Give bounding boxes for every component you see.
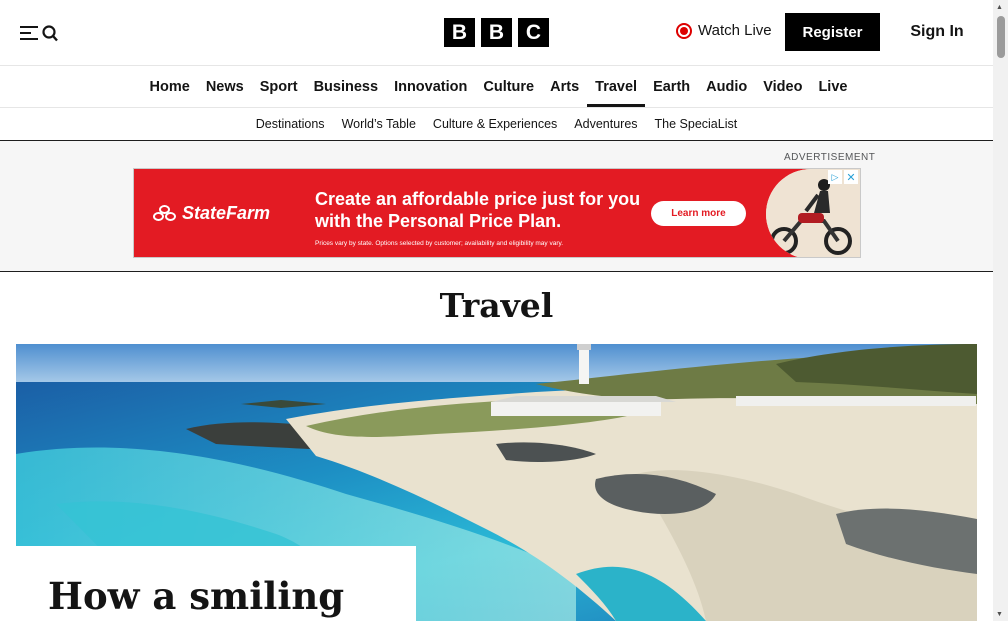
menu-search-button[interactable]	[20, 20, 64, 46]
hero-headline-card[interactable]: How a smiling	[16, 546, 416, 621]
subnav-item-worlds-table[interactable]: World’s Table	[333, 108, 424, 140]
logo-letter: B	[444, 18, 475, 47]
search-icon	[42, 25, 58, 42]
watch-live-label: Watch Live	[698, 22, 772, 39]
statefarm-logo: StateFarm	[152, 203, 270, 224]
watch-live-link[interactable]: Watch Live	[676, 22, 772, 39]
subnav-item-culture-experiences[interactable]: Culture & Experiences	[424, 108, 565, 140]
adchoices-icon[interactable]: ▷	[828, 170, 842, 184]
subnav-item-the-specialist[interactable]: The SpeciaList	[646, 108, 746, 140]
secondary-nav: Destinations World’s Table Culture & Exp…	[0, 108, 993, 141]
ad-learn-more-button[interactable]: Learn more	[651, 201, 746, 226]
advertisement-label: ADVERTISEMENT	[784, 152, 876, 163]
hero-headline: How a smiling	[48, 574, 345, 618]
scroll-thumb[interactable]	[997, 16, 1005, 58]
nav-item-business[interactable]: Business	[306, 66, 386, 107]
nav-item-live[interactable]: Live	[810, 66, 855, 107]
bbc-logo[interactable]: B B C	[444, 18, 549, 47]
sign-in-button[interactable]: Sign In	[896, 13, 978, 51]
subnav-item-adventures[interactable]: Adventures	[566, 108, 646, 140]
scroll-up-icon[interactable]: ▲	[996, 4, 1003, 11]
nav-item-home[interactable]: Home	[142, 66, 198, 107]
nav-item-news[interactable]: News	[198, 66, 252, 107]
site-header: B B C Watch Live Register Sign In	[0, 0, 993, 66]
subnav-item-destinations[interactable]: Destinations	[247, 108, 333, 140]
page-scrollbar[interactable]: ▲ ▼	[993, 0, 1008, 621]
ad-brand: StateFarm	[182, 203, 271, 223]
ad-headline: Create an affordable price just for you …	[315, 189, 641, 231]
ad-disclaimer: Prices vary by state. Options selected b…	[315, 240, 564, 247]
nav-item-travel[interactable]: Travel	[587, 66, 645, 107]
nav-item-sport[interactable]: Sport	[252, 66, 306, 107]
logo-letter: B	[481, 18, 512, 47]
nav-item-audio[interactable]: Audio	[698, 66, 755, 107]
nav-item-arts[interactable]: Arts	[542, 66, 587, 107]
nav-item-innovation[interactable]: Innovation	[386, 66, 475, 107]
nav-item-video[interactable]: Video	[755, 66, 810, 107]
ad-close-icon[interactable]: ✕	[844, 170, 858, 184]
primary-nav: Home News Sport Business Innovation Cult…	[0, 66, 993, 108]
register-button[interactable]: Register	[785, 13, 880, 51]
advertisement-slot: ADVERTISEMENT StateFarm Create an afford…	[0, 141, 993, 272]
live-icon	[676, 22, 692, 39]
menu-icon	[20, 25, 38, 41]
ad-banner[interactable]: StateFarm Create an affordable price jus…	[133, 168, 861, 258]
nav-item-earth[interactable]: Earth	[645, 66, 698, 107]
nav-item-culture[interactable]: Culture	[475, 66, 542, 107]
statefarm-ovals-icon	[152, 204, 178, 223]
logo-letter: C	[518, 18, 549, 47]
scroll-down-icon[interactable]: ▼	[996, 611, 1003, 618]
page-title: Travel	[439, 286, 554, 325]
